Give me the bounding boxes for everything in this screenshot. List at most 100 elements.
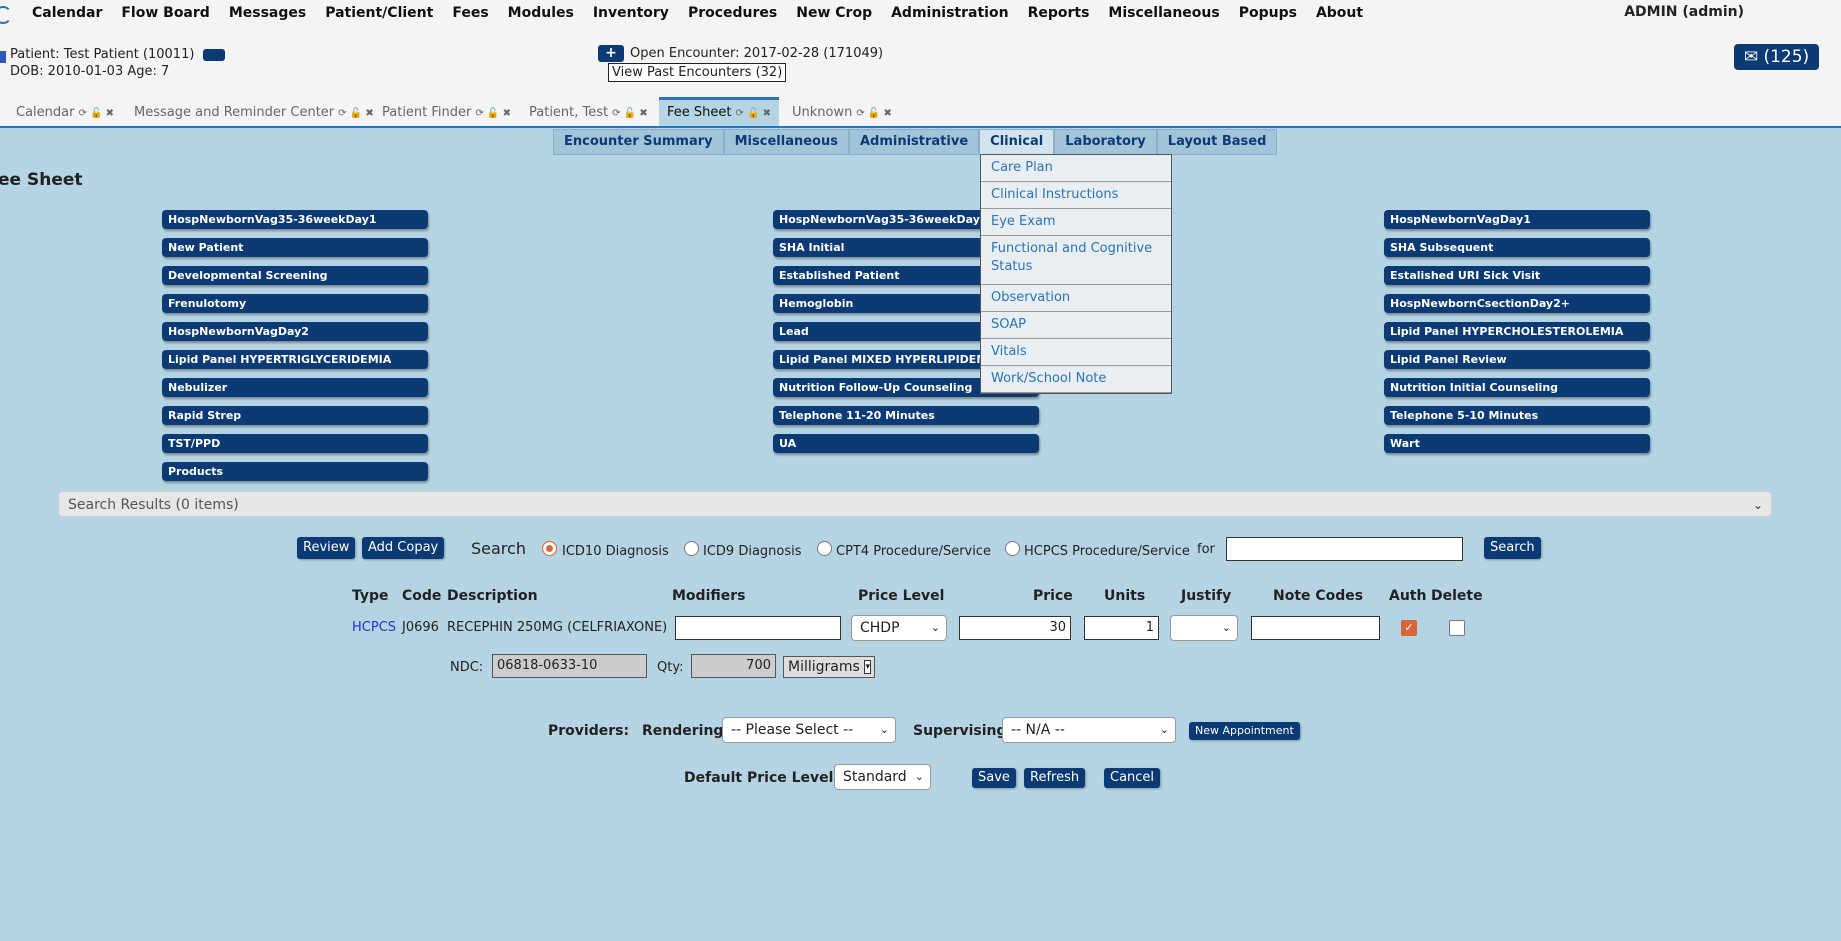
fee-button[interactable]: Lipid Panel HYPERTRIGLYCERIDEMIA	[162, 350, 428, 369]
price-input[interactable]: 30	[959, 616, 1071, 640]
modifiers-input[interactable]	[675, 616, 841, 640]
clinical-dropdown: Care Plan Clinical Instructions Eye Exam…	[980, 154, 1172, 394]
search-input[interactable]	[1226, 537, 1463, 561]
save-button[interactable]: Save	[972, 768, 1016, 788]
clinical-vitals[interactable]: Vitals	[981, 339, 1171, 366]
delete-checkbox[interactable]	[1449, 620, 1465, 636]
fee-button[interactable]: Telephone 5-10 Minutes	[1384, 406, 1650, 425]
tab-controls-icon[interactable]: ⟳ 🔓 ✖	[612, 108, 648, 119]
tab-message-center[interactable]: Message and Reminder Center ⟳ 🔓 ✖	[134, 100, 374, 125]
subnav-laboratory[interactable]: Laboratory	[1054, 129, 1157, 155]
user-menu[interactable]: ADMIN (admin)	[1624, 4, 1744, 20]
clinical-soap[interactable]: SOAP	[981, 312, 1171, 339]
fee-button[interactable]: TST/PPD	[162, 434, 428, 453]
subnav-miscellaneous[interactable]: Miscellaneous	[723, 129, 849, 155]
fee-button[interactable]: Frenulotomy	[162, 294, 428, 313]
fee-button[interactable]: HospNewbornVag35-36weekDay1	[162, 210, 428, 229]
menu-calendar[interactable]: Calendar	[32, 4, 102, 22]
menu-inventory[interactable]: Inventory	[593, 4, 669, 22]
menu-procedures[interactable]: Procedures	[688, 4, 777, 22]
search-results-panel[interactable]: Search Results (0 items) ⌄	[58, 491, 1772, 517]
price-level-select[interactable]: CHDP ⌄	[851, 615, 947, 641]
fee-button[interactable]: Nutrition Initial Counseling	[1384, 378, 1650, 397]
fee-button[interactable]: Lipid Panel Review	[1384, 350, 1650, 369]
fee-button[interactable]: HospNewbornVagDay1	[1384, 210, 1650, 229]
tab-calendar[interactable]: Calendar ⟳ 🔓 ✖	[16, 100, 114, 125]
rendering-select[interactable]: -- Please Select -- ⌄	[722, 717, 896, 743]
clinical-care-plan[interactable]: Care Plan	[981, 155, 1171, 182]
new-appointment-button[interactable]: New Appointment	[1189, 722, 1300, 740]
supervising-select[interactable]: -- N/A -- ⌄	[1002, 717, 1176, 743]
menu-messages[interactable]: Messages	[229, 4, 306, 22]
messages-button[interactable]: ✉ (125)	[1734, 44, 1819, 70]
chevron-down-icon[interactable]: ⌄	[1753, 492, 1763, 518]
past-encounters-link[interactable]: View Past Encounters (32)	[608, 63, 787, 82]
open-encounter-value[interactable]: 2017-02-28 (171049)	[744, 46, 883, 61]
subnav-encounter-summary[interactable]: Encounter Summary	[553, 129, 724, 155]
clinical-eye-exam[interactable]: Eye Exam	[981, 209, 1171, 236]
menu-fees[interactable]: Fees	[452, 4, 488, 22]
menu-about[interactable]: About	[1316, 4, 1363, 22]
review-button[interactable]: Review	[297, 537, 356, 559]
fee-button[interactable]: Nebulizer	[162, 378, 428, 397]
fee-button[interactable]: UA	[773, 434, 1039, 453]
row-type-link[interactable]: HCPCS	[352, 620, 396, 635]
tab-controls-icon[interactable]: ⟳ 🔓 ✖	[856, 108, 892, 119]
fee-button[interactable]: HospNewbornCsectionDay2+	[1384, 294, 1650, 313]
products-button[interactable]: Products	[162, 462, 428, 481]
radio-hcpcs[interactable]	[1005, 541, 1020, 556]
menu-patient-client[interactable]: Patient/Client	[325, 4, 433, 22]
menu-popups[interactable]: Popups	[1239, 4, 1297, 22]
fee-button[interactable]: Telephone 11-20 Minutes	[773, 406, 1039, 425]
clinical-observation[interactable]: Observation	[981, 285, 1171, 312]
clinical-work-school-note[interactable]: Work/School Note	[981, 366, 1171, 393]
note-codes-input[interactable]	[1251, 616, 1380, 640]
refresh-button[interactable]: Refresh	[1024, 768, 1086, 788]
tab-controls-icon[interactable]: ⟳ 🔓 ✖	[338, 108, 374, 119]
tab-controls-icon[interactable]: ⟳ 🔓 ✖	[475, 108, 511, 119]
subnav-administrative[interactable]: Administrative	[848, 129, 980, 155]
tab-patient-test[interactable]: Patient, Test ⟳ 🔓 ✖	[529, 100, 648, 125]
encounter-subnav: Encounter Summary Miscellaneous Administ…	[553, 129, 1278, 155]
menu-reports[interactable]: Reports	[1028, 4, 1090, 22]
menu-miscellaneous[interactable]: Miscellaneous	[1108, 4, 1219, 22]
fee-button[interactable]: HospNewbornVagDay2	[162, 322, 428, 341]
add-copay-button[interactable]: Add Copay	[362, 537, 445, 559]
tab-fee-sheet[interactable]: Fee Sheet ⟳ 🔓 ✖	[659, 97, 780, 128]
fee-button[interactable]: Estalished URI Sick Visit	[1384, 266, 1650, 285]
menu-flow-board[interactable]: Flow Board	[121, 4, 209, 22]
tab-controls-icon[interactable]: ⟳ 🔓 ✖	[78, 108, 114, 119]
qty-input[interactable]: 700	[691, 654, 776, 678]
auth-checkbox[interactable]: ✓	[1401, 620, 1417, 636]
menu-new-crop[interactable]: New Crop	[796, 4, 872, 22]
fee-button[interactable]: Developmental Screening	[162, 266, 428, 285]
app-logo-icon[interactable]	[0, 6, 12, 24]
units-input[interactable]: 1	[1084, 616, 1159, 640]
fee-button[interactable]: Lipid Panel HYPERCHOLESTEROLEMIA	[1384, 322, 1650, 341]
fee-button[interactable]: New Patient	[162, 238, 428, 257]
tab-patient-finder[interactable]: Patient Finder ⟳ 🔓 ✖	[382, 100, 511, 125]
patient-icon	[0, 51, 6, 63]
menu-modules[interactable]: Modules	[508, 4, 574, 22]
justify-select[interactable]: ⌄	[1170, 615, 1238, 641]
unit-select[interactable]: Milligrams ▾	[783, 656, 875, 678]
fee-button[interactable]: Wart	[1384, 434, 1650, 453]
fee-button[interactable]: SHA Subsequent	[1384, 238, 1650, 257]
radio-icd10[interactable]	[542, 541, 557, 556]
menu-administration[interactable]: Administration	[891, 4, 1008, 22]
default-price-level-select[interactable]: Standard ⌄	[834, 764, 931, 790]
clinical-functional-cognitive[interactable]: Functional and Cognitive Status	[981, 236, 1171, 285]
ndc-input[interactable]: 06818-0633-10	[492, 654, 647, 678]
new-encounter-button[interactable]: +	[598, 45, 624, 62]
radio-icd9[interactable]	[684, 541, 699, 556]
tab-unknown[interactable]: Unknown ⟳ 🔓 ✖	[792, 100, 892, 125]
cancel-button[interactable]: Cancel	[1104, 768, 1161, 788]
fee-button[interactable]: Rapid Strep	[162, 406, 428, 425]
tab-controls-icon[interactable]: ⟳ 🔓 ✖	[735, 108, 771, 119]
subnav-clinical[interactable]: Clinical	[979, 129, 1055, 155]
subnav-layout-based[interactable]: Layout Based	[1156, 129, 1278, 155]
patient-edit-button[interactable]	[202, 48, 225, 61]
search-button[interactable]: Search	[1484, 537, 1541, 559]
radio-cpt4[interactable]	[817, 541, 832, 556]
clinical-instructions[interactable]: Clinical Instructions	[981, 182, 1171, 209]
